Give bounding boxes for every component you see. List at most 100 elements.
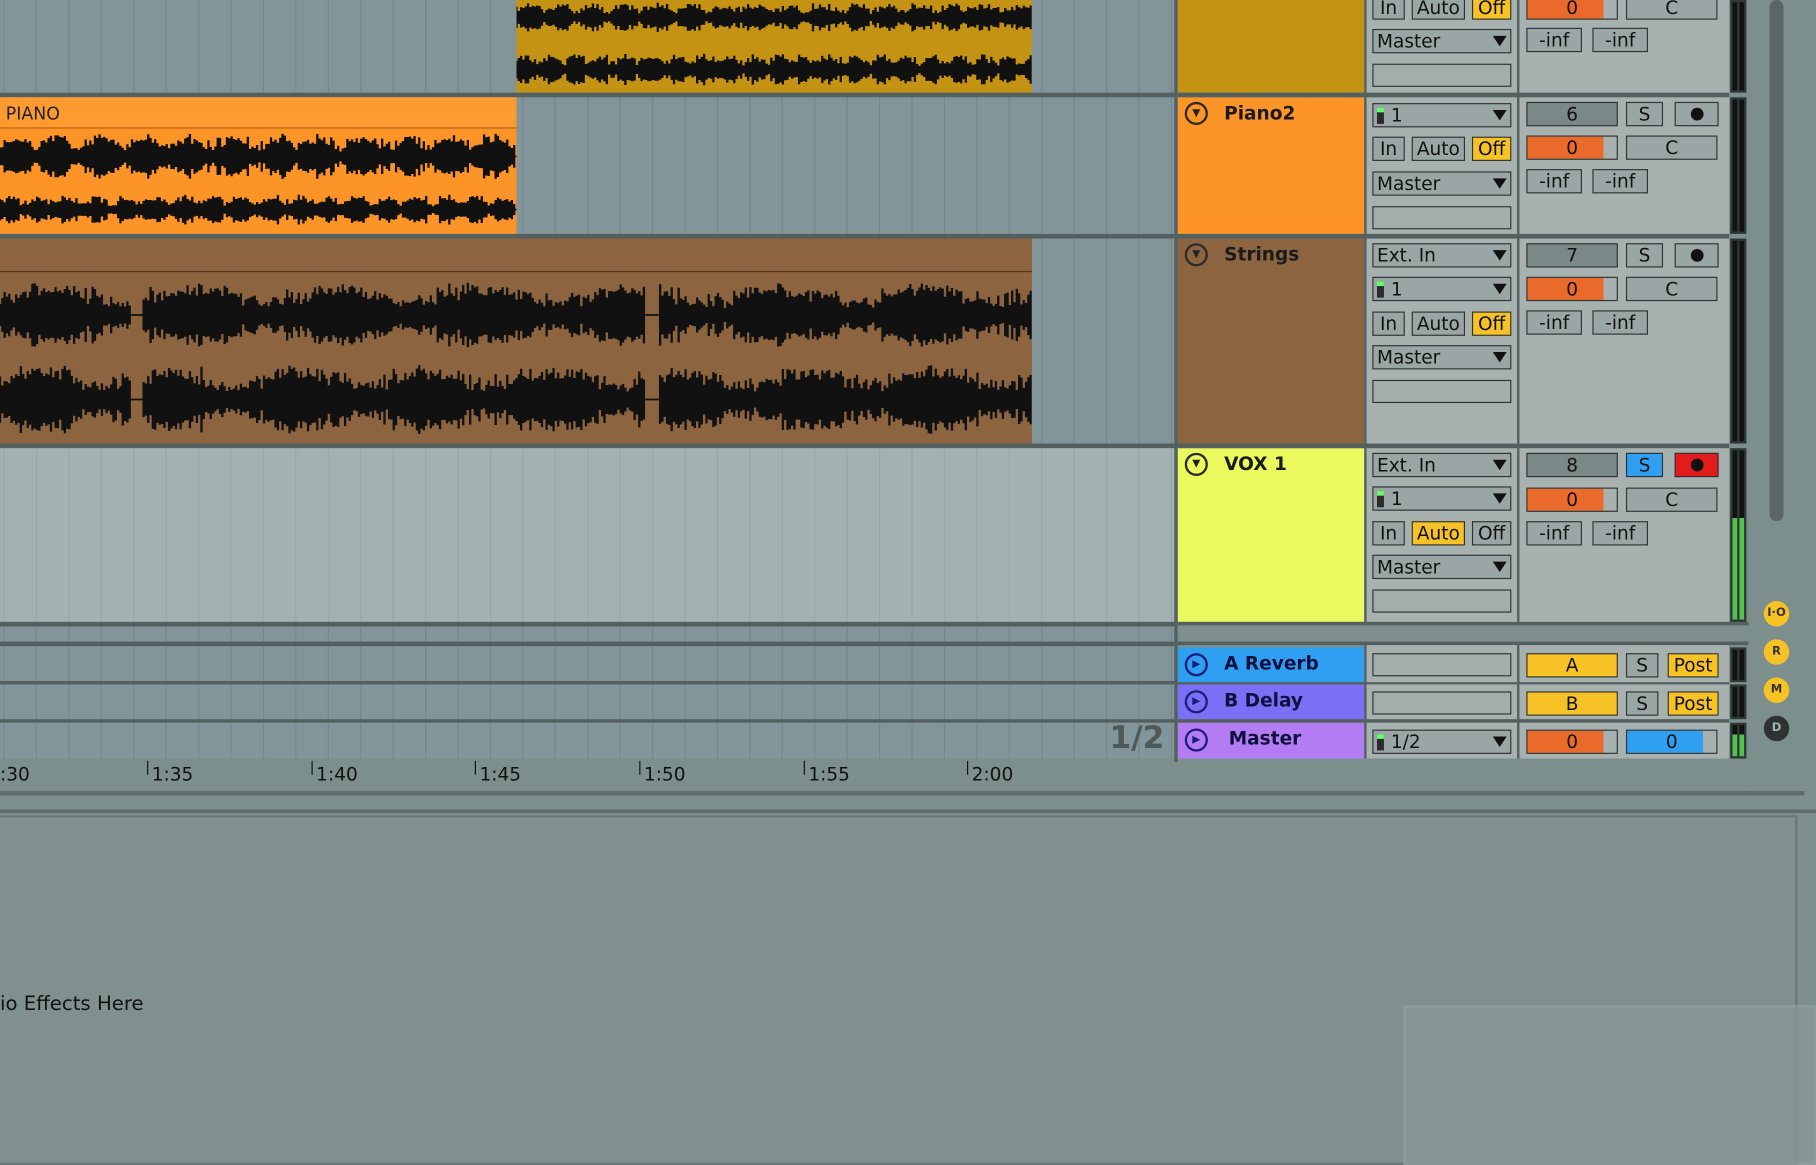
waveform-path — [516, 2, 1032, 32]
returns-toggle-icon[interactable]: R — [1763, 639, 1790, 665]
pan-knob[interactable]: C — [1625, 487, 1718, 512]
audio-clip-strings[interactable] — [0, 238, 1032, 444]
solo-button[interactable]: S — [1625, 243, 1664, 268]
return-activator-a[interactable]: A — [1526, 653, 1618, 678]
monitor-off-button[interactable]: Off — [1471, 0, 1512, 20]
play-icon[interactable]: ▶ — [1184, 653, 1208, 677]
track-header-0[interactable] — [1177, 0, 1365, 93]
monitor-auto-button[interactable]: Auto — [1411, 311, 1465, 336]
volume-slider[interactable]: 0 — [1526, 0, 1618, 20]
track-activator[interactable]: 6 — [1526, 101, 1618, 127]
input-channel-select[interactable]: 1 — [1372, 103, 1512, 128]
input-level-icon — [1376, 107, 1384, 124]
pre-post-toggle[interactable]: Post — [1667, 691, 1719, 716]
grid-line — [1138, 0, 1140, 763]
audio-clip-top[interactable] — [516, 0, 1032, 93]
grid-line — [716, 448, 719, 622]
output-select[interactable]: Master — [1372, 171, 1512, 196]
ruler-label: 1:40 — [316, 763, 358, 786]
waveform-strings — [0, 282, 1032, 434]
input-channel-select[interactable]: 1 — [1372, 276, 1512, 302]
output-channel-box[interactable] — [1372, 206, 1512, 230]
mixer-toggle-icon[interactable]: M — [1763, 677, 1790, 703]
pan-knob[interactable]: C — [1625, 0, 1718, 20]
fold-toggle-icon[interactable]: ▼ — [1184, 243, 1208, 267]
monitor-in-button[interactable]: In — [1372, 521, 1405, 546]
arm-button[interactable] — [1674, 452, 1719, 478]
pan-knob[interactable]: C — [1625, 135, 1718, 160]
monitor-in-button[interactable]: In — [1372, 0, 1405, 20]
grid-line — [360, 448, 362, 622]
return-output-box[interactable] — [1372, 653, 1512, 677]
divider — [1177, 719, 1730, 723]
pre-post-toggle[interactable]: Post — [1667, 653, 1719, 678]
track-activator[interactable]: 7 — [1526, 243, 1618, 268]
solo-button[interactable]: S — [1625, 101, 1664, 127]
cue-icon — [1376, 734, 1384, 751]
track-activator[interactable]: 8 — [1526, 452, 1618, 478]
play-icon[interactable]: ▶ — [1184, 690, 1208, 714]
fold-toggle-icon[interactable]: ▼ — [1184, 452, 1208, 476]
output-channel-box[interactable] — [1372, 379, 1512, 404]
input-type-select[interactable]: Ext. In — [1372, 243, 1512, 268]
return-output-box[interactable] — [1372, 691, 1512, 715]
return-header-b[interactable]: ▶ B Delay — [1177, 684, 1365, 720]
solo-button[interactable]: S — [1625, 653, 1659, 678]
play-icon[interactable]: ▶ — [1184, 728, 1208, 752]
input-type-select[interactable]: Ext. In — [1372, 452, 1512, 478]
master-cue-volume[interactable]: 0 — [1625, 729, 1718, 754]
volume-slider[interactable]: 0 — [1526, 135, 1618, 160]
grid-line — [814, 448, 816, 622]
track-name[interactable]: VOX 1 — [1224, 453, 1287, 475]
ruler-label: 1:45 — [479, 763, 522, 786]
output-channel-box[interactable] — [1372, 63, 1512, 87]
monitor-off-button[interactable]: Off — [1471, 521, 1512, 546]
ruler-label: :30 — [0, 763, 30, 786]
track-header-strings[interactable]: ▼ Strings — [1177, 238, 1365, 444]
ruler-tick — [639, 760, 641, 775]
volume-slider[interactable]: 0 — [1526, 487, 1618, 512]
io-toggle-icon[interactable]: I·O — [1763, 601, 1790, 627]
output-select[interactable]: Master — [1372, 345, 1512, 370]
output-select[interactable]: Master — [1372, 28, 1512, 54]
arm-button[interactable] — [1674, 243, 1719, 268]
track-header-piano2[interactable]: ▼ Piano2 — [1177, 97, 1365, 234]
track-divider — [0, 680, 1177, 685]
fold-toggle-icon[interactable]: ▼ — [1184, 101, 1208, 126]
delay-toggle-icon[interactable]: D — [1763, 715, 1790, 742]
solo-button[interactable]: S — [1625, 452, 1664, 478]
input-channel-select[interactable]: 1 — [1372, 486, 1512, 511]
volume-slider[interactable]: 0 — [1526, 276, 1618, 302]
solo-button[interactable]: S — [1625, 691, 1659, 716]
drop-effects-hint: io Effects Here — [0, 992, 144, 1016]
master-name[interactable]: Master — [1229, 727, 1302, 749]
output-select[interactable]: Master — [1372, 554, 1512, 580]
monitor-off-button[interactable]: Off — [1471, 136, 1512, 161]
output-channel-box[interactable] — [1372, 589, 1512, 613]
monitor-auto-button[interactable]: Auto — [1411, 0, 1465, 20]
return-header-a[interactable]: ▶ A Reverb — [1177, 647, 1365, 683]
return-name[interactable]: A Reverb — [1224, 652, 1319, 674]
track-header-vox1[interactable]: ▼ VOX 1 — [1177, 448, 1365, 622]
vertical-scrollbar[interactable] — [1769, 0, 1784, 522]
cue-out-select[interactable]: 1/2 — [1372, 729, 1512, 754]
track-name[interactable]: Strings — [1224, 243, 1299, 265]
monitor-auto-button[interactable]: Auto — [1411, 521, 1465, 546]
return-name[interactable]: B Delay — [1224, 689, 1303, 711]
grid-line — [68, 448, 70, 622]
audio-clip-piano[interactable]: PIANO — [0, 97, 517, 234]
monitor-in-button[interactable]: In — [1372, 311, 1405, 336]
arm-button[interactable] — [1674, 101, 1719, 127]
master-volume[interactable]: 0 — [1526, 729, 1618, 754]
pan-knob[interactable]: C — [1625, 276, 1718, 302]
vox-lane[interactable] — [0, 448, 1177, 622]
grid-line — [1041, 448, 1043, 622]
grid-line — [262, 448, 265, 622]
monitor-off-button[interactable]: Off — [1471, 311, 1512, 336]
ruler-label: 1:55 — [808, 763, 850, 786]
master-header[interactable]: ▶ Master — [1177, 722, 1365, 759]
track-name[interactable]: Piano2 — [1224, 102, 1295, 124]
monitor-in-button[interactable]: In — [1372, 136, 1405, 161]
monitor-auto-button[interactable]: Auto — [1411, 136, 1465, 161]
return-activator-b[interactable]: B — [1526, 691, 1618, 716]
